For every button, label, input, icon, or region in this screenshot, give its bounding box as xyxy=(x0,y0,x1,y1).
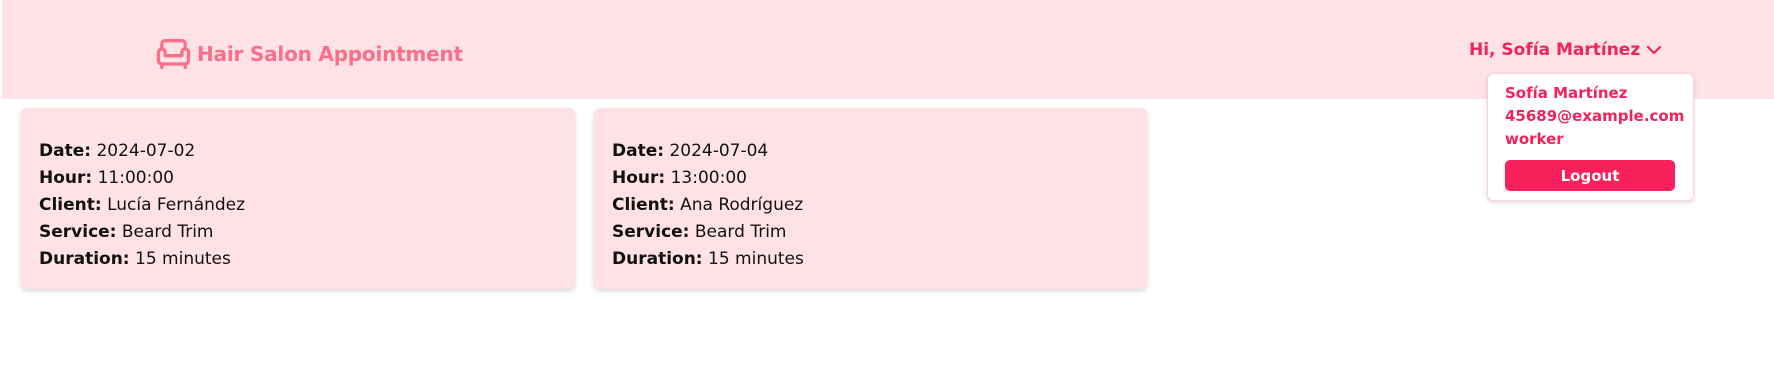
appointment-card: Date: 2024-07-02 Hour: 11:00:00 Client: … xyxy=(21,108,575,289)
appointment-hour: Hour: 11:00:00 xyxy=(39,165,245,192)
appointment-card: Date: 2024-07-04 Hour: 13:00:00 Client: … xyxy=(594,108,1147,289)
date-value: 2024-07-02 xyxy=(96,141,196,161)
date-label: Date: xyxy=(39,141,92,161)
service-label: Service: xyxy=(612,222,690,242)
appointment-duration: Duration: 15 minutes xyxy=(39,246,245,273)
appointment-client: Client: Lucía Fernández xyxy=(39,192,245,219)
client-value: Ana Rodríguez xyxy=(680,195,804,215)
appointment-date: Date: 2024-07-02 xyxy=(39,138,245,165)
appointment-duration: Duration: 15 minutes xyxy=(612,246,804,273)
user-greeting: Hi, Sofía Martínez xyxy=(1469,40,1641,60)
date-value: 2024-07-04 xyxy=(669,141,769,161)
appointment-service: Service: Beard Trim xyxy=(612,219,804,246)
client-label: Client: xyxy=(612,195,675,215)
armchair-icon xyxy=(156,39,191,70)
hour-value: 11:00:00 xyxy=(97,168,174,188)
chevron-down-icon xyxy=(1647,45,1662,55)
user-name: Sofía Martínez xyxy=(1505,84,1628,102)
app-title: Hair Salon Appointment xyxy=(197,42,463,66)
user-dropdown-menu: Sofía Martínez 45689@example.com worker … xyxy=(1487,73,1694,201)
duration-value: 15 minutes xyxy=(708,249,804,269)
logout-button[interactable]: Logout xyxy=(1505,160,1675,191)
hour-label: Hour: xyxy=(39,168,93,188)
appointment-client: Client: Ana Rodríguez xyxy=(612,192,804,219)
service-value: Beard Trim xyxy=(121,222,214,242)
user-role: worker xyxy=(1505,130,1564,148)
user-menu-toggle[interactable]: Hi, Sofía Martínez xyxy=(1469,40,1662,60)
appointment-hour: Hour: 13:00:00 xyxy=(612,165,804,192)
duration-label: Duration: xyxy=(612,249,703,269)
client-label: Client: xyxy=(39,195,102,215)
brand-link[interactable]: Hair Salon Appointment xyxy=(153,34,463,74)
duration-value: 15 minutes xyxy=(135,249,231,269)
service-label: Service: xyxy=(39,222,117,242)
client-value: Lucía Fernández xyxy=(107,195,246,215)
appointment-service: Service: Beard Trim xyxy=(39,219,245,246)
user-email: 45689@example.com xyxy=(1505,107,1685,125)
hour-label: Hour: xyxy=(612,168,666,188)
appointment-date: Date: 2024-07-04 xyxy=(612,138,804,165)
service-value: Beard Trim xyxy=(694,222,787,242)
hour-value: 13:00:00 xyxy=(670,168,747,188)
date-label: Date: xyxy=(612,141,665,161)
duration-label: Duration: xyxy=(39,249,130,269)
